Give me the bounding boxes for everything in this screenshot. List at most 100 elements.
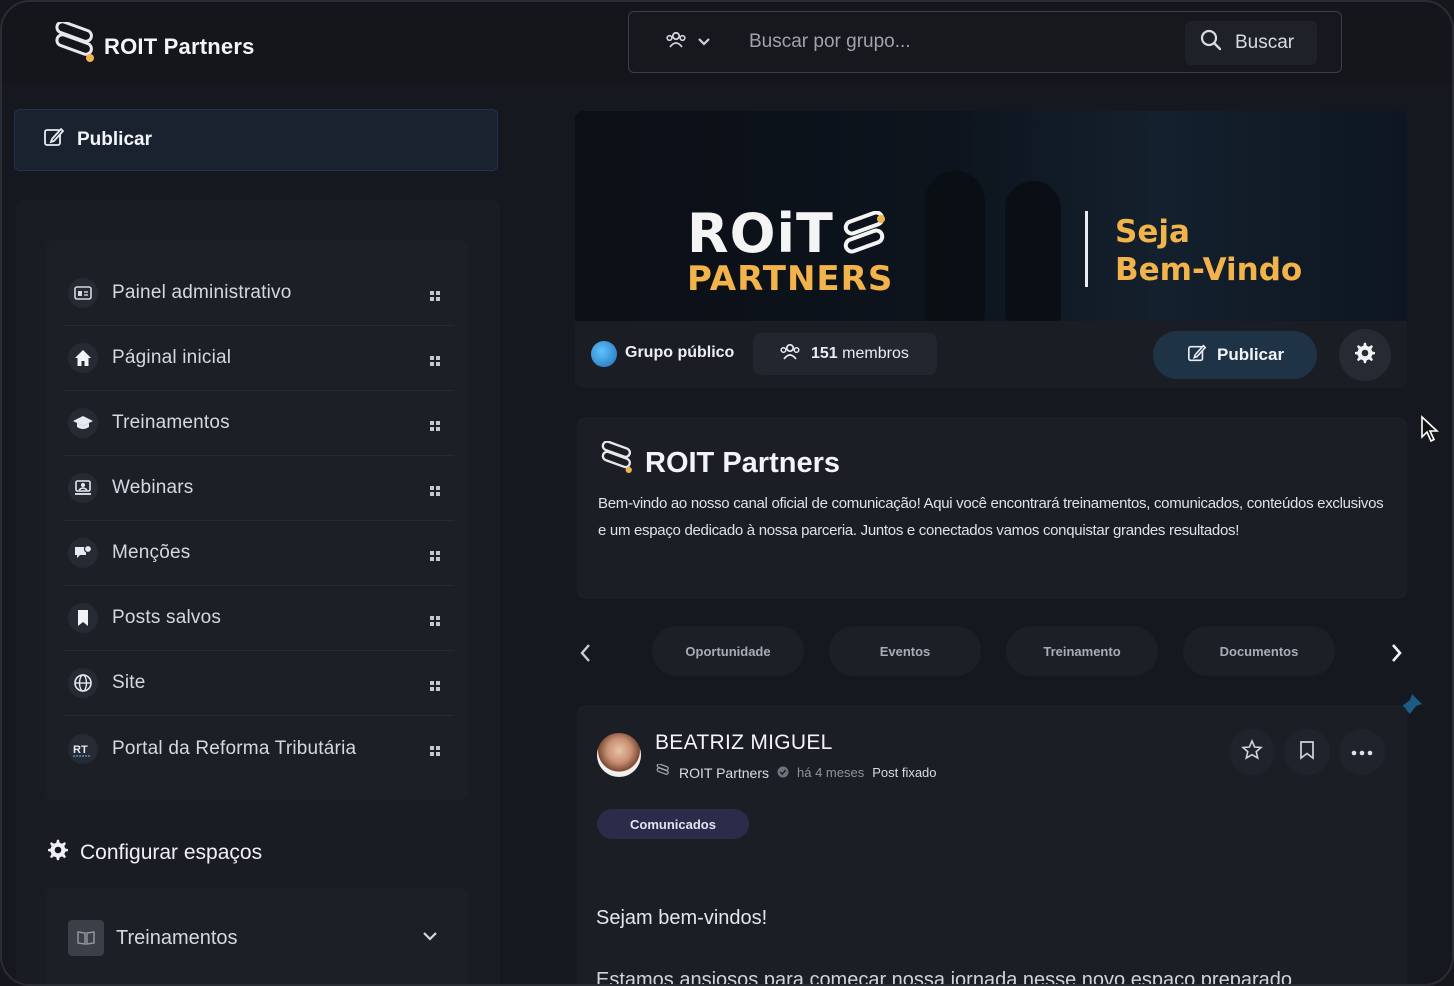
tab-eventos[interactable]: Eventos <box>829 626 981 676</box>
drag-handle-icon[interactable] <box>430 353 440 371</box>
search-button[interactable]: Buscar <box>1185 21 1317 65</box>
drag-handle-icon[interactable] <box>430 418 440 436</box>
chevron-left-icon[interactable] <box>578 642 594 669</box>
sidebar-item-label: Páginal inicial <box>112 347 232 368</box>
sidebar-item-portal-reforma-tributaria[interactable]: RT Portal da Reforma Tributária <box>64 716 454 781</box>
pinned-post: BEATRIZ MIGUEL ROIT Partners há 4 meses … <box>577 705 1407 986</box>
sidebar-item-treinamentos[interactable]: Treinamentos <box>64 391 454 456</box>
sidebar-item-label: Portal da Reforma Tributária <box>112 737 357 759</box>
save-post-button[interactable] <box>1284 729 1330 775</box>
roit-logo-icon <box>841 210 889 264</box>
sidebar-item-label: Webinars <box>112 477 194 498</box>
banner-welcome: Seja Bem-Vindo <box>1115 213 1302 289</box>
post-body-line1: Sejam bem-vindos! <box>596 907 768 929</box>
chevron-right-icon[interactable] <box>1388 642 1404 669</box>
post-meta: ROIT Partners há 4 meses Post fixado <box>655 763 937 781</box>
post-tag[interactable]: Comunicados <box>597 809 749 839</box>
avatar[interactable] <box>597 733 641 777</box>
group-title-text: ROIT Partners <box>645 446 840 479</box>
space-item-label: Treinamentos <box>116 926 238 949</box>
edit-icon <box>1187 343 1207 368</box>
globe-icon <box>591 341 617 367</box>
sidebar-item-label: Menções <box>112 542 191 563</box>
top-bar: ROIT Partners Buscar por grupo... Buscar <box>2 2 1452 84</box>
search-input[interactable]: Buscar por grupo... <box>749 31 911 53</box>
roit-logo-icon <box>655 763 671 781</box>
post-time: há 4 meses <box>797 765 865 780</box>
globe-icon <box>68 668 98 698</box>
sidebar-item-mencoes[interactable]: Menções <box>64 521 454 586</box>
banner-silhouette <box>925 171 985 321</box>
space-item-treinamentos[interactable]: Treinamentos <box>68 918 448 958</box>
tab-documentos[interactable]: Documentos <box>1183 626 1335 676</box>
post-author[interactable]: BEATRIZ MIGUEL <box>655 731 833 755</box>
group-filter-dropdown[interactable] <box>665 30 711 55</box>
drag-handle-icon[interactable] <box>430 548 440 566</box>
app-window: ROIT Partners Buscar por grupo... Buscar <box>0 0 1454 986</box>
chevron-down-icon[interactable] <box>422 928 438 946</box>
users-icon <box>779 343 801 366</box>
group-settings-button[interactable] <box>1339 329 1391 381</box>
configure-spaces-button[interactable]: Configurar espaços <box>46 838 262 868</box>
brand-logo[interactable]: ROIT Partners <box>52 20 255 71</box>
group-description: Bem-vindo ao nosso canal oficial de comu… <box>598 495 1384 539</box>
group-about-card: ROIT Partners Bem-vindo ao nosso canal o… <box>577 417 1407 599</box>
drag-handle-icon[interactable] <box>430 288 440 306</box>
spaces-list: Treinamentos <box>46 888 468 984</box>
edit-icon <box>43 126 65 154</box>
users-icon <box>665 30 687 55</box>
banner-logo-line2: PARTNERS <box>687 259 894 299</box>
tab-treinamento[interactable]: Treinamento <box>1006 626 1158 676</box>
members-button[interactable]: 151 membros <box>753 333 937 375</box>
banner-welcome-line2: Bem-Vindo <box>1115 252 1303 288</box>
brand-name: ROIT Partners <box>104 33 255 59</box>
post-pinned-label: Post fixado <box>872 765 937 780</box>
gear-icon <box>46 838 70 868</box>
sidebar-item-label: Painel administrativo <box>112 282 292 303</box>
svg-text:RT: RT <box>73 744 88 756</box>
rt-icon: RT <box>68 733 98 764</box>
sidebar-item-pagina-inicial[interactable]: Páginal inicial <box>64 326 454 391</box>
drag-handle-icon[interactable] <box>430 483 440 501</box>
chevron-down-icon <box>697 34 711 52</box>
dashboard-icon <box>68 278 98 308</box>
sidebar-publish-button[interactable]: Publicar <box>14 109 498 171</box>
check-icon <box>777 765 789 781</box>
tab-oportunidade[interactable]: Oportunidade <box>652 626 804 676</box>
favorite-button[interactable] <box>1229 729 1275 775</box>
sidebar-item-label: Posts salvos <box>112 607 222 628</box>
banner-divider <box>1085 211 1088 287</box>
bookmark-icon <box>68 603 98 633</box>
roit-logo-icon <box>599 440 635 485</box>
group-title: ROIT Partners <box>599 440 840 485</box>
group-banner: ROiT PARTNERS Seja Bem-Vindo Grupo públi… <box>575 111 1407 388</box>
post-body-line2: Estamos ansiosos para começar nossa jorn… <box>596 969 1292 986</box>
home-icon <box>68 343 98 373</box>
configure-spaces-label: Configurar espaços <box>80 841 263 864</box>
drag-handle-icon[interactable] <box>430 743 440 761</box>
members-label: membros <box>842 345 909 362</box>
drag-handle-icon[interactable] <box>430 613 440 631</box>
banner-welcome-line1: Seja <box>1115 214 1190 250</box>
sidebar-item-site[interactable]: Site <box>64 651 454 716</box>
search-bar: Buscar por grupo... Buscar <box>628 11 1342 73</box>
post-group[interactable]: ROIT Partners <box>679 765 769 781</box>
book-icon <box>68 920 104 956</box>
gear-icon <box>1353 341 1377 370</box>
search-button-label: Buscar <box>1235 32 1295 53</box>
group-type: Grupo público <box>625 344 735 361</box>
sidebar-publish-label: Publicar <box>77 129 152 150</box>
banner-publish-button[interactable]: Publicar <box>1153 331 1317 379</box>
sidebar-item-label: Treinamentos <box>112 412 230 433</box>
members-text: 151 membros <box>811 345 909 363</box>
drag-handle-icon[interactable] <box>430 678 440 696</box>
banner-publish-label: Publicar <box>1217 345 1285 364</box>
banner-info-bar: Grupo público 151 membros Publicar <box>575 321 1407 388</box>
bookmark-icon <box>1299 740 1315 765</box>
sidebar-item-painel-administrativo[interactable]: Painel administrativo <box>64 261 454 326</box>
sidebar-item-posts-salvos[interactable]: Posts salvos <box>64 586 454 651</box>
sidebar-menu: Painel administrativo Páginal inicial Tr… <box>46 240 468 800</box>
more-options-button[interactable] <box>1339 729 1385 775</box>
sidebar-item-webinars[interactable]: Webinars <box>64 456 454 521</box>
roit-logo-icon <box>52 20 98 71</box>
